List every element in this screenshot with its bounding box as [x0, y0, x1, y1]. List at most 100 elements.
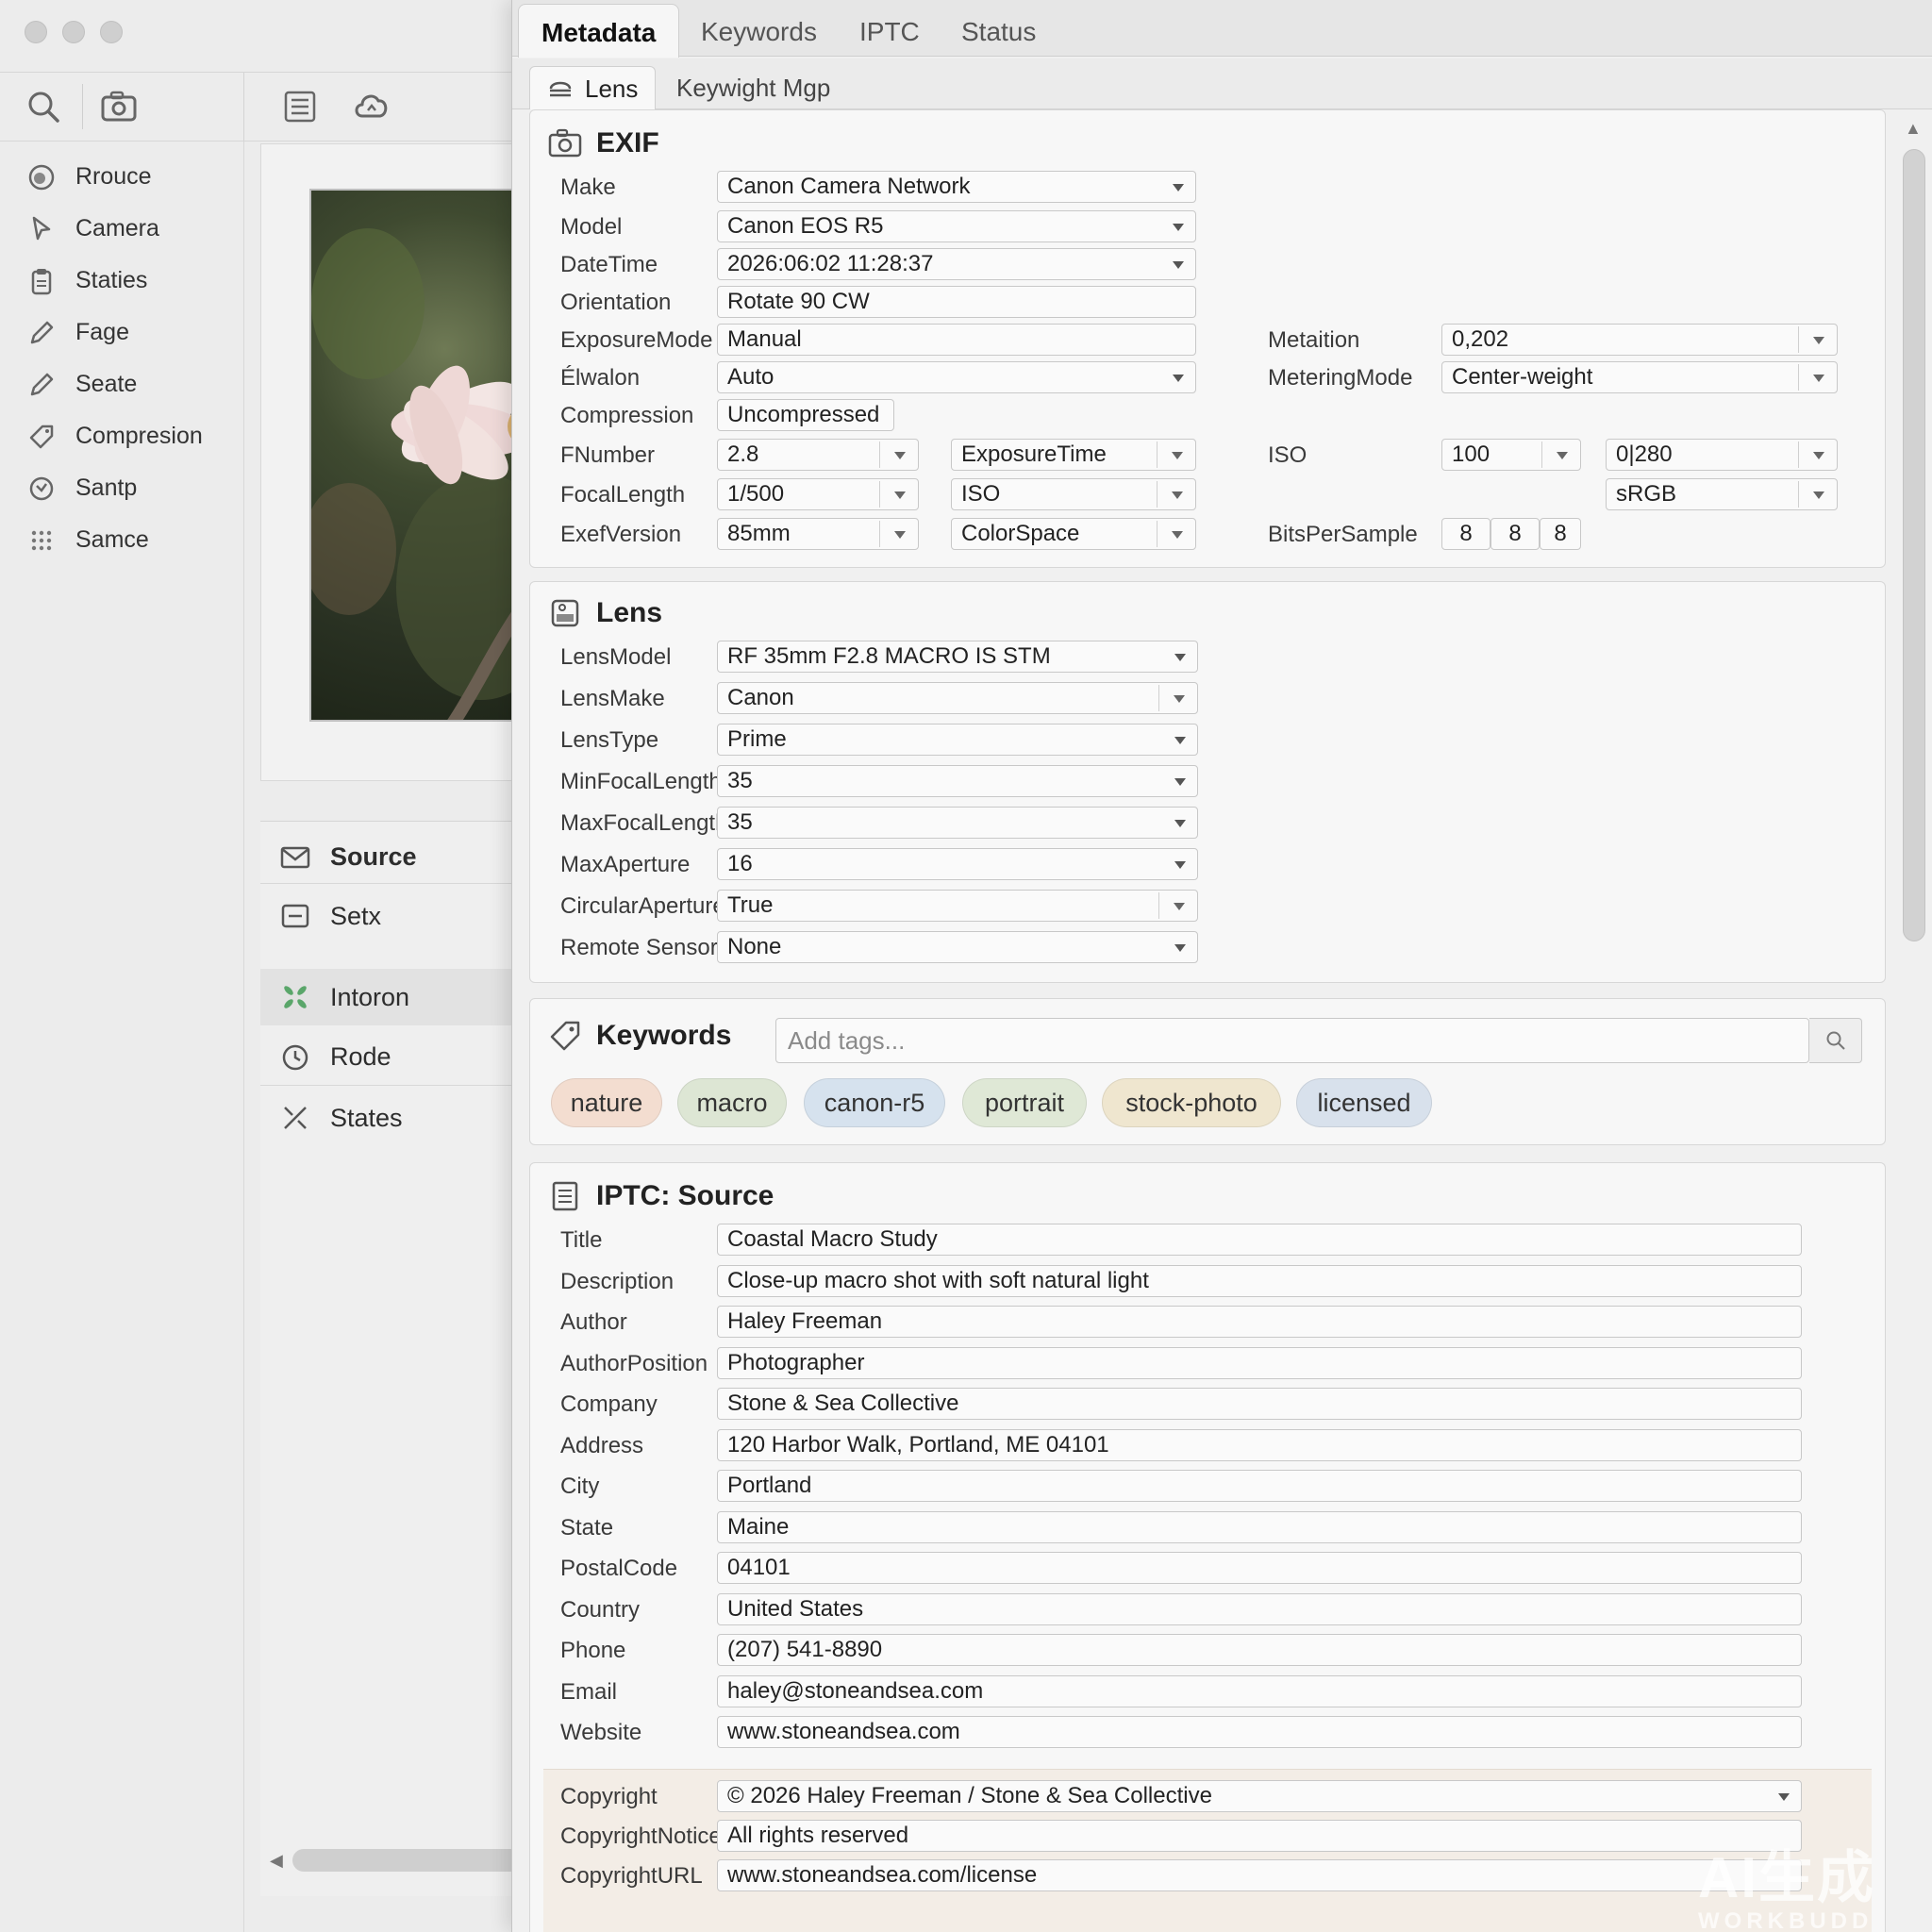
orientation-label: Orientation: [560, 290, 672, 315]
list-icon[interactable]: [279, 86, 321, 127]
sidebar-item-label: Compresion: [75, 423, 203, 449]
focal-length-label: FocalLength: [560, 482, 686, 508]
subtab-keywight-mgp[interactable]: Keywight Mgp: [659, 66, 847, 109]
stack-icon: [549, 81, 572, 96]
iptc-field-label: AuthorPosition: [560, 1350, 708, 1376]
compression-field[interactable]: Uncompressed: [717, 399, 894, 431]
focal-length-select[interactable]: 1/500: [717, 478, 919, 510]
iptc-field-input[interactable]: Maine: [717, 1510, 1802, 1543]
sidebar-item-camera[interactable]: Camera: [0, 203, 243, 255]
max-aperture-select[interactable]: 16: [717, 848, 1198, 880]
subtab-lens[interactable]: Lens: [529, 66, 657, 109]
sidebar-item-seate[interactable]: Seate: [0, 358, 243, 410]
iptc-field-input[interactable]: www.stoneandsea.com: [717, 1716, 1802, 1748]
bits-sample-1[interactable]: 8: [1441, 518, 1491, 550]
iptc-field-label: Description: [560, 1268, 675, 1294]
elwalon-select[interactable]: Auto: [717, 361, 1196, 393]
exif-title: EXIF: [596, 127, 659, 158]
tag-chip[interactable]: stock-photo: [1102, 1078, 1281, 1127]
iptc-field-input[interactable]: haley@stoneandsea.com: [717, 1674, 1802, 1707]
iso-col2-select[interactable]: ISO: [951, 478, 1196, 510]
sidebar-item-santp[interactable]: Santp: [0, 462, 243, 514]
iptc-field-input[interactable]: Stone & Sea Collective: [717, 1388, 1802, 1420]
lens-type-select[interactable]: Prime: [717, 724, 1198, 756]
tag-input[interactable]: [775, 1018, 1809, 1063]
iptc-field-input[interactable]: 04101: [717, 1552, 1802, 1584]
elwalon-label: Élwalon: [560, 365, 641, 391]
source-item-states[interactable]: States: [260, 1090, 534, 1146]
tag-search-button[interactable]: [1809, 1018, 1862, 1063]
metering-mode-select[interactable]: Center-weight: [1441, 361, 1838, 393]
tag-chip[interactable]: licensed: [1296, 1078, 1432, 1127]
exposure-mode-field[interactable]: Manual: [717, 324, 1196, 356]
lens-make-select[interactable]: Canon: [717, 682, 1198, 714]
colorspace-select[interactable]: ColorSpace: [951, 518, 1196, 550]
scroll-up-arrow[interactable]: ▲: [1905, 119, 1922, 139]
source-item-setx[interactable]: Setx: [260, 890, 534, 942]
iptc-field-input[interactable]: Portland: [717, 1470, 1802, 1502]
exif-version-label: ExefVersion: [560, 522, 682, 547]
iso-extra-select[interactable]: 0|280: [1606, 439, 1838, 471]
circular-aperture-select[interactable]: True: [717, 890, 1198, 922]
tag-chip[interactable]: canon-r5: [804, 1078, 945, 1127]
iptc-field-input[interactable]: 120 Harbor Walk, Portland, ME 04101: [717, 1428, 1802, 1461]
tag-chip[interactable]: macro: [677, 1078, 787, 1127]
colorspace-value-select[interactable]: sRGB: [1606, 478, 1838, 510]
bits-sample-3[interactable]: 8: [1540, 518, 1581, 550]
minimize-window-button[interactable]: [62, 21, 85, 43]
sidebar-item-rrouce[interactable]: Rrouce: [0, 151, 243, 203]
zoom-window-button[interactable]: [100, 21, 123, 43]
iso-select[interactable]: 100: [1441, 439, 1581, 471]
exposure-time-select[interactable]: ExposureTime: [951, 439, 1196, 471]
copyright-field-input[interactable]: All rights reserved: [717, 1820, 1802, 1852]
min-focal-length-select[interactable]: 35: [717, 765, 1198, 797]
lens-model-select[interactable]: RF 35mm F2.8 MACRO IS STM: [717, 641, 1198, 673]
sidebar-item-compresion[interactable]: Compresion: [0, 410, 243, 462]
make-label: Make: [560, 175, 616, 200]
vertical-scrollbar[interactable]: ▲: [1897, 111, 1929, 1932]
model-select[interactable]: Canon EOS R5: [717, 210, 1196, 242]
horizontal-scrollbar[interactable]: [292, 1849, 528, 1872]
sidebar-item-staties[interactable]: Staties: [0, 255, 243, 307]
copyright-field-input[interactable]: © 2026 Haley Freeman / Stone & Sea Colle…: [717, 1780, 1802, 1812]
photo-preview[interactable]: [309, 189, 536, 722]
document-icon: [552, 1181, 578, 1211]
iptc-field-input[interactable]: Coastal Macro Study: [717, 1224, 1802, 1256]
scroll-left-arrow[interactable]: ◀: [270, 1851, 283, 1871]
tab-status[interactable]: Status: [939, 0, 1058, 57]
datetime-select[interactable]: 2026:06:02 11:28:37: [717, 248, 1196, 280]
scrollbar-thumb[interactable]: [1903, 149, 1925, 941]
source-item-label: States: [330, 1103, 403, 1132]
source-item-intoron[interactable]: Intoron: [260, 969, 534, 1025]
orientation-field[interactable]: Rotate 90 CW: [717, 286, 1196, 318]
iptc-field-label: PostalCode: [560, 1556, 678, 1581]
remote-sensor-select[interactable]: None: [717, 931, 1198, 963]
tab-iptc[interactable]: IPTC: [837, 0, 942, 57]
source-item-rode[interactable]: Rode: [260, 1029, 534, 1086]
exif-version-select[interactable]: 85mm: [717, 518, 919, 550]
source-header[interactable]: Source: [260, 831, 534, 884]
make-select[interactable]: Canon Camera Network: [717, 171, 1196, 203]
iptc-field-input[interactable]: United States: [717, 1592, 1802, 1625]
tag-chip[interactable]: portrait: [962, 1078, 1087, 1127]
copyright-field-input[interactable]: www.stoneandsea.com/license: [717, 1859, 1802, 1891]
iptc-field-input[interactable]: Haley Freeman: [717, 1306, 1802, 1338]
max-focal-length-select[interactable]: 35: [717, 807, 1198, 839]
cloud-sync-icon[interactable]: [351, 86, 392, 127]
close-window-button[interactable]: [25, 21, 47, 43]
tab-keywords[interactable]: Keywords: [678, 0, 840, 57]
bits-sample-2[interactable]: 8: [1491, 518, 1540, 550]
metadata-window: Metadata Keywords IPTC Status Lens Keywi…: [511, 0, 1932, 1932]
sidebar-item-fage[interactable]: Fage: [0, 307, 243, 358]
sidebar-item-samce[interactable]: Samce: [0, 514, 243, 566]
metaition-select[interactable]: 0,202: [1441, 324, 1838, 356]
iptc-field-input[interactable]: (207) 541-8890: [717, 1634, 1802, 1666]
tab-metadata[interactable]: Metadata: [518, 4, 680, 58]
fnumber-select[interactable]: 2.8: [717, 439, 919, 471]
search-icon[interactable]: [23, 86, 64, 127]
exposure-mode-label: ExposureMode: [560, 327, 713, 353]
iptc-field-input[interactable]: Close-up macro shot with soft natural li…: [717, 1264, 1802, 1297]
camera-icon[interactable]: [98, 86, 140, 127]
tag-chip[interactable]: nature: [551, 1078, 662, 1127]
iptc-field-input[interactable]: Photographer: [717, 1346, 1802, 1379]
